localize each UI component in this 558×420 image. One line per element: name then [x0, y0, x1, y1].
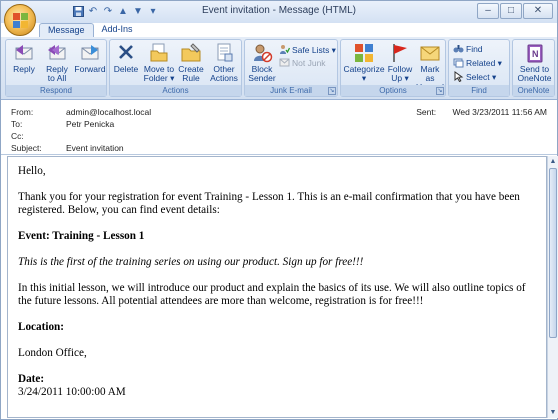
- sent-info: Sent: Wed 3/23/2011 11:56 AM: [416, 107, 547, 117]
- reply-button[interactable]: Reply: [10, 42, 38, 74]
- follow-up-flag-icon: [389, 42, 411, 64]
- actions-group: Delete Move to Folder ▾ Create Rule Othe…: [109, 39, 242, 97]
- message-body[interactable]: Hello, Thank you for your registration f…: [7, 156, 547, 418]
- body-paragraph-2: In this initial lesson, we will introduc…: [18, 282, 526, 307]
- ribbon: Reply Reply to All Forward Respond Delet…: [1, 37, 557, 100]
- select-button[interactable]: Select ▾: [453, 71, 496, 83]
- block-sender-icon: [251, 42, 273, 64]
- reply-all-button[interactable]: Reply to All: [42, 42, 72, 83]
- select-cursor-icon: [453, 71, 464, 83]
- reply-icon: [13, 42, 35, 64]
- to-value[interactable]: Petr Penicka: [66, 119, 114, 130]
- onenote-group: N Send to OneNote OneNote: [512, 39, 555, 97]
- find-group: Find Related ▾ Select ▾ Find: [448, 39, 510, 97]
- junk-email-group: Block Sender Safe Lists ▾ Not Junk Junk …: [244, 39, 338, 97]
- date-value: 3/24/2011 10:00:00 AM: [18, 386, 126, 398]
- related-button[interactable]: Related ▾: [453, 57, 502, 69]
- related-icon: [453, 57, 464, 68]
- location-label: Location:: [18, 321, 64, 333]
- categorize-icon: [353, 42, 375, 64]
- scroll-down-arrow-icon[interactable]: ▼: [548, 407, 558, 418]
- date-label: Date:: [18, 373, 45, 385]
- title-bar: ↶ ↷ ▲ ▼ ▾ Event invitation - Message (HT…: [1, 1, 557, 23]
- other-actions-icon: [213, 42, 235, 64]
- location-value: London Office,: [18, 347, 87, 359]
- options-group-label: Options: [341, 85, 445, 96]
- subject-value: Event invitation: [66, 143, 124, 153]
- window-title: Event invitation - Message (HTML): [202, 5, 356, 16]
- scroll-up-arrow-icon[interactable]: ▲: [548, 156, 558, 167]
- follow-up-button[interactable]: Follow Up ▾: [386, 42, 414, 83]
- greeting: Hello,: [18, 165, 46, 177]
- delete-icon: [115, 42, 137, 64]
- mark-as-unread-icon: [419, 42, 441, 64]
- block-sender-button[interactable]: Block Sender: [247, 42, 277, 83]
- sent-value: Wed 3/23/2011 11:56 AM: [452, 107, 547, 117]
- message-body-text: Hello, Thank you for your registration f…: [18, 165, 536, 399]
- move-to-folder-icon: [148, 42, 170, 64]
- maximize-button[interactable]: □: [500, 3, 522, 19]
- from-value[interactable]: admin@localhost.local: [66, 107, 151, 118]
- ribbon-tabs: Message Add-Ins: [39, 23, 141, 38]
- junk-email-dialog-launcher[interactable]: ↘: [328, 87, 336, 95]
- safe-lists-button[interactable]: Safe Lists ▾: [279, 44, 336, 56]
- categorize-button[interactable]: Categorize ▾: [343, 42, 385, 83]
- find-group-label: Find: [449, 85, 509, 96]
- onenote-icon: N: [524, 42, 546, 64]
- event-line: Event: Training - Lesson 1: [18, 230, 145, 242]
- create-rule-button[interactable]: Create Rule: [177, 42, 205, 83]
- actions-group-label: Actions: [110, 85, 241, 96]
- find-button[interactable]: Find: [453, 43, 483, 55]
- not-junk-icon: [279, 57, 290, 68]
- svg-text:N: N: [532, 49, 539, 59]
- delete-button[interactable]: Delete: [112, 42, 140, 74]
- minimize-button[interactable]: –: [477, 3, 499, 19]
- options-dialog-launcher[interactable]: ↘: [436, 87, 444, 95]
- safe-lists-icon: [279, 44, 291, 55]
- close-button[interactable]: ✕: [523, 3, 553, 19]
- respond-group-label: Respond: [6, 85, 106, 96]
- office-logo-icon: [13, 13, 29, 29]
- tab-add-ins[interactable]: Add-Ins: [94, 23, 141, 38]
- onenote-group-label: OneNote: [513, 85, 554, 96]
- vertical-scrollbar[interactable]: ▲ ▼: [547, 156, 558, 418]
- move-to-folder-button[interactable]: Move to Folder ▾: [142, 42, 176, 83]
- tab-message[interactable]: Message: [39, 23, 94, 38]
- send-to-onenote-button[interactable]: N Send to OneNote: [515, 42, 554, 83]
- junk-email-group-label: Junk E-mail: [245, 85, 337, 96]
- office-button[interactable]: [4, 4, 36, 36]
- binoculars-icon: [453, 43, 464, 54]
- scroll-thumb[interactable]: [549, 168, 557, 338]
- reply-all-icon: [46, 42, 68, 64]
- forward-icon: [79, 42, 101, 64]
- respond-group: Reply Reply to All Forward Respond: [5, 39, 107, 97]
- options-group: Categorize ▾ Follow Up ▾ Mark as Unread …: [340, 39, 446, 97]
- create-rule-icon: [180, 42, 202, 64]
- sent-label: Sent:: [416, 107, 437, 117]
- message-header: From: admin@localhost.local To: Petr Pen…: [1, 101, 557, 155]
- forward-button[interactable]: Forward: [74, 42, 106, 74]
- tagline: This is the first of the training series…: [18, 256, 364, 268]
- not-junk-button[interactable]: Not Junk: [279, 57, 326, 69]
- window-controls: – □ ✕: [477, 3, 553, 19]
- outlook-message-window: ↶ ↷ ▲ ▼ ▾ Event invitation - Message (HT…: [0, 0, 558, 420]
- body-paragraph-1: Thank you for your registration for even…: [18, 191, 520, 216]
